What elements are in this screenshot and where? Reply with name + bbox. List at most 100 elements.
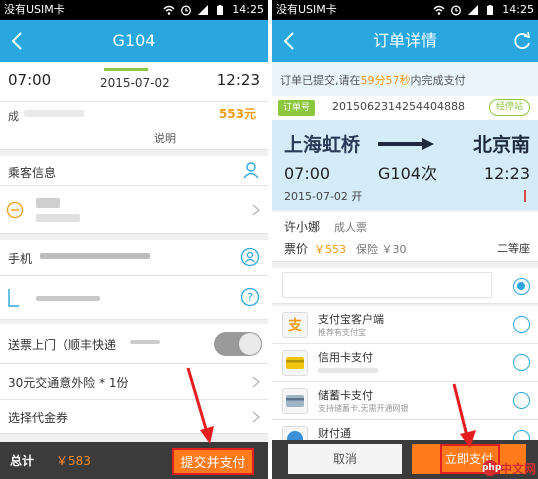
- countdown: 59分57秒: [360, 74, 411, 87]
- payment-option-debit-card[interactable]: 储蓄卡支付 支持储蓄卡,无需开通网银: [272, 382, 538, 420]
- payment-radio[interactable]: [513, 316, 530, 333]
- passenger-row[interactable]: [0, 186, 268, 234]
- clock: 14:25: [502, 3, 534, 16]
- train-number: G104次: [378, 164, 437, 183]
- delivery-label: 送票上门（顺丰快递: [8, 338, 117, 352]
- contact-row[interactable]: ?: [0, 276, 268, 320]
- page-title: G104: [112, 31, 156, 50]
- passenger-section-label: 乘客信息: [8, 166, 57, 180]
- blurred-contact-info: [36, 296, 100, 301]
- watermark-text: 中文网: [499, 461, 536, 476]
- price-label: 票价: [284, 242, 309, 256]
- insurance-row[interactable]: 30元交通意外险 * 1份: [0, 364, 268, 400]
- payment-deadline-notice: 订单已提交,请在59分57秒内完成支付: [272, 62, 538, 96]
- travel-date: 2015-07-02: [100, 76, 170, 90]
- chevron-right-icon: [252, 376, 260, 388]
- notice-text: 订单已提交,请在59分57秒内完成支付: [280, 72, 466, 88]
- wifi-icon: [433, 5, 445, 15]
- voucher-row[interactable]: 选择代金券: [0, 400, 268, 434]
- contacts-icon[interactable]: [240, 247, 260, 267]
- seat-class: 二等座: [497, 242, 530, 255]
- voucher-label: 选择代金券: [8, 411, 69, 425]
- explain-link[interactable]: 说明: [154, 130, 176, 146]
- payment-name: 储蓄卡支付: [318, 389, 373, 402]
- add-passenger-icon[interactable]: [242, 161, 260, 179]
- refresh-icon[interactable]: [512, 31, 532, 51]
- payment-name: 支付宝客户端: [318, 313, 384, 326]
- chevron-right-icon: [252, 204, 260, 216]
- blurred-delivery-note: [130, 340, 160, 344]
- insurance-label: 30元交通意外险 * 1份: [8, 376, 129, 390]
- ticket-price: ￥553: [314, 243, 346, 256]
- toggle-knob: [239, 333, 261, 355]
- remove-passenger-icon[interactable]: [6, 201, 24, 219]
- nav-bar: 订单详情: [272, 20, 538, 62]
- blurred-payment-desc: [318, 368, 378, 373]
- arrive-marker-icon: [524, 190, 526, 202]
- blurred-passenger-id: [36, 214, 80, 222]
- trip-summary: 07:00 2015-07-02 12:23: [0, 62, 268, 102]
- credit-card-icon: [282, 350, 308, 376]
- blurred-phone-number: [40, 253, 150, 259]
- payment-option-alipay[interactable]: 支 支付宝客户端 推荐有支付宝: [272, 306, 538, 344]
- to-station: 北京南: [472, 134, 530, 156]
- svg-text:?: ?: [247, 291, 253, 304]
- alarm-icon: [451, 5, 461, 16]
- left-bottom-bar: 总计 ￥583 提交并支付: [0, 442, 268, 479]
- debit-card-icon: [282, 388, 308, 414]
- blurred-passenger-name: [36, 198, 60, 208]
- notice-prefix: 订单已提交,请在: [280, 74, 361, 87]
- chevron-right-icon: [252, 411, 260, 423]
- passenger-name: 许小娜: [284, 220, 321, 234]
- delivery-row[interactable]: 送票上门（顺丰快递: [0, 324, 268, 364]
- selected-radio[interactable]: [513, 278, 530, 295]
- duration-bar: [104, 68, 148, 71]
- svg-text:支: 支: [287, 317, 303, 334]
- submit-and-pay-button[interactable]: 提交并支付: [172, 448, 254, 475]
- nav-bar: G104: [0, 20, 268, 62]
- status-bar: 没有USIM卡 14:25: [0, 0, 268, 20]
- cancel-button[interactable]: 取消: [288, 444, 402, 474]
- payment-option-credit-card[interactable]: 信用卡支付: [272, 344, 538, 382]
- signal-icon: [198, 5, 208, 15]
- from-station: 上海虹桥: [284, 134, 361, 156]
- payment-name: 财付通: [318, 427, 351, 440]
- arrive-time: 12:23: [483, 164, 530, 183]
- help-icon[interactable]: ?: [240, 287, 260, 307]
- page-title: 订单详情: [372, 31, 437, 50]
- insurance-price: 保险 ￥30: [356, 243, 407, 256]
- total-label: 总计: [10, 454, 35, 468]
- ticket-type: 成人票: [334, 221, 367, 234]
- notice-suffix: 内完成支付: [410, 74, 466, 87]
- site-watermark: php 中文网: [481, 459, 536, 477]
- arrive-time: 12:23: [216, 71, 260, 89]
- delivery-toggle[interactable]: [214, 332, 262, 356]
- order-badge: 订单号: [278, 100, 316, 116]
- payment-radio[interactable]: [513, 392, 530, 409]
- depart-time: 07:00: [8, 71, 52, 89]
- blurred-amount: [282, 272, 492, 298]
- battery-icon: [217, 5, 223, 15]
- seat-price: 553元: [218, 107, 256, 121]
- signal-icon: [468, 5, 478, 15]
- carrier-label: 没有USIM卡: [4, 3, 65, 16]
- stops-button[interactable]: 经停站: [488, 99, 530, 116]
- passenger-ticket-row: 许小娜 成人票 票价 ￥553 保险 ￥30 二等座: [272, 212, 538, 262]
- payment-radio[interactable]: [513, 354, 530, 371]
- alipay-icon: 支: [282, 312, 308, 338]
- direction-arrow-icon: [378, 138, 434, 150]
- left-screen: 没有USIM卡 14:25 G104 07:00 2015-07-02 12:2…: [0, 0, 268, 479]
- order-number-row: 订单号 2015062314254404888 经停站: [272, 96, 538, 120]
- seat-price-row: 成 553元 说明: [0, 102, 268, 150]
- phone-label: 手机: [8, 252, 33, 266]
- carrier-label: 没有USIM卡: [276, 3, 337, 16]
- payment-desc: 推荐有支付宝: [318, 328, 366, 337]
- blurred-seat-info: [24, 110, 84, 117]
- clock: 14:25: [232, 3, 264, 16]
- payment-amount-row[interactable]: [272, 268, 538, 304]
- php-logo-icon: php: [481, 460, 501, 476]
- status-bar: 没有USIM卡 14:25: [272, 0, 538, 20]
- depart-time: 07:00: [284, 164, 331, 183]
- phone-row[interactable]: 手机: [0, 240, 268, 276]
- payment-desc: 支持储蓄卡,无需开通网银: [318, 404, 409, 413]
